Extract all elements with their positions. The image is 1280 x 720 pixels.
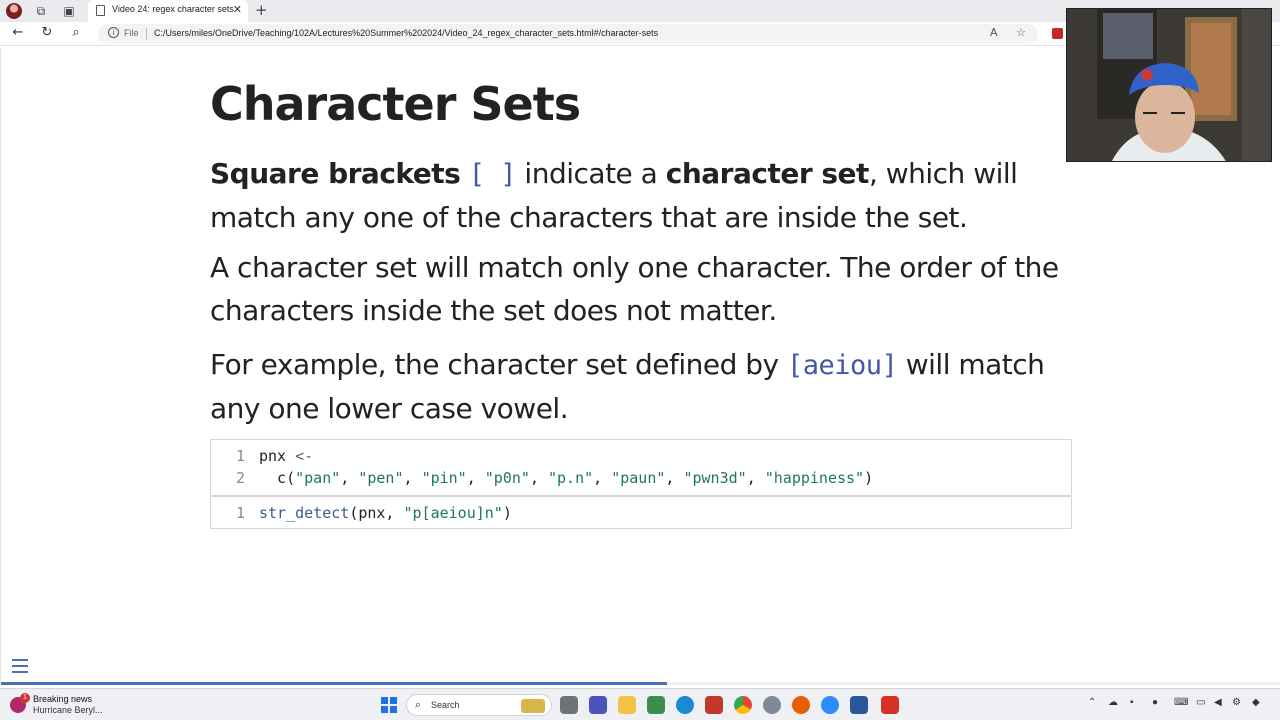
inline-code-brackets: [ ] (468, 159, 517, 190)
teams-icon[interactable] (589, 696, 607, 714)
search-icon[interactable]: ⌕ (68, 25, 84, 40)
code-token: <- (295, 447, 314, 465)
code-token: , (746, 469, 765, 487)
taskbar-search[interactable]: ⌕ Search (406, 694, 552, 716)
code-block-str-detect[interactable]: 1 str_detect(pnx, "p[aeiou]n") (210, 496, 1072, 529)
address-field[interactable]: i File C:/Users/miles/OneDrive/Teaching/… (98, 24, 1038, 44)
code-string-token: "paun" (611, 469, 666, 487)
slides-app-icon[interactable] (881, 696, 899, 714)
line-number: 1 (235, 504, 245, 522)
presenter-video-image (1067, 9, 1271, 161)
paragraph-single-character: A character set will match only one char… (210, 251, 1059, 327)
code-block-definition[interactable]: 1 pnx <- 2 c("pan", "pen", "pin", "p0n", "… (210, 439, 1072, 496)
vertical-tabs-icon[interactable]: ▣ (62, 4, 76, 18)
code-text: str_detect(pnx, "p[aeiou]n") (259, 502, 512, 524)
code-line: 2 c("pan", "pen", "pin", "p0n", "p.n", "… (211, 467, 1071, 489)
line-number: 2 (235, 469, 245, 487)
bold-term-square-brackets: Square brackets (210, 157, 461, 190)
code-text: pnx <- (259, 445, 313, 467)
paragraph-example: For example, the character set defined b… (210, 343, 1080, 430)
code-token: , (593, 469, 612, 487)
line-number: 1 (235, 447, 245, 465)
code-token: (pnx, (349, 504, 404, 522)
volume-icon[interactable]: ◀ (1214, 697, 1222, 708)
word-icon[interactable] (850, 696, 868, 714)
chevron-up-icon[interactable]: ⌃ (1088, 697, 1096, 708)
tab-close-button[interactable]: ✕ (233, 3, 242, 16)
keyboard-icon[interactable]: ⌨ (1174, 697, 1188, 708)
code-string-token: "p[aeiou]n" (403, 504, 503, 522)
read-aloud-icon[interactable]: A (990, 26, 998, 39)
code-token: , (665, 469, 684, 487)
bold-term-character-set: character set (665, 157, 870, 190)
info-icon[interactable]: i (108, 27, 119, 38)
inline-code-vowels: [aeiou] (787, 350, 898, 381)
code-text: c("pan", "pen", "pin", "p0n", "p.n", "pa… (259, 467, 873, 489)
windows-start-icon[interactable] (381, 697, 397, 713)
file-explorer-icon[interactable] (618, 696, 636, 714)
files-icon[interactable] (705, 696, 723, 714)
copilot-icon[interactable]: ◆ (1252, 697, 1260, 708)
code-string-token: "pwn3d" (683, 469, 747, 487)
tray-app-icon[interactable]: ▪ (1130, 697, 1134, 708)
code-token: ) (502, 504, 512, 522)
zoom-icon[interactable] (821, 696, 839, 714)
code-string-token: "pin" (421, 469, 467, 487)
onedrive-icon[interactable]: ☁ (1108, 697, 1118, 708)
divider (146, 28, 147, 40)
slide-progress-bar (1, 682, 1280, 685)
r-icon[interactable] (763, 696, 781, 714)
code-string-token: "pan" (295, 469, 341, 487)
edge-icon[interactable] (676, 696, 694, 714)
code-token: , (466, 469, 485, 487)
paragraph-character-set-definition: Square brackets [ ] indicate a character… (210, 152, 1080, 239)
code-token: pnx (259, 447, 296, 465)
refresh-icon[interactable]: ↻ (39, 25, 55, 40)
code-token: c( (259, 469, 296, 487)
news-badge: 1 (20, 693, 30, 703)
workspaces-icon[interactable]: ⧉ (34, 4, 48, 18)
favorite-star-icon[interactable]: ☆ (1016, 26, 1026, 39)
search-highlight-icon (521, 699, 545, 713)
search-icon: ⌕ (415, 698, 422, 711)
news-subtitle[interactable]: Hurricane Beryl... (33, 705, 103, 715)
settings-icon[interactable]: ⚙ (1232, 697, 1241, 708)
firefox-icon[interactable] (792, 696, 810, 714)
hamburger-menu-icon[interactable] (12, 659, 28, 673)
code-token: , (403, 469, 422, 487)
tab-active[interactable]: Video 24: regex character sets ✕ (88, 0, 248, 22)
document-icon (96, 5, 105, 16)
new-tab-button[interactable]: + (255, 1, 268, 19)
profile-avatar[interactable] (6, 3, 22, 19)
network-icon[interactable]: ▭ (1196, 697, 1205, 708)
code-string-token: "pen" (358, 469, 404, 487)
code-line: 1 str_detect(pnx, "p[aeiou]n") (211, 502, 1071, 524)
search-placeholder: Search (431, 700, 460, 710)
scheme-label: File (124, 28, 139, 38)
tab-title: Video 24: regex character sets (112, 4, 234, 14)
code-function-token: str_detect (259, 504, 350, 522)
code-token: ) (864, 469, 874, 487)
back-icon[interactable]: ← (10, 25, 26, 40)
code-string-token: "p.n" (548, 469, 594, 487)
slide-progress-fill (1, 682, 667, 685)
url-text[interactable]: C:/Users/miles/OneDrive/Teaching/102A/Le… (154, 28, 658, 38)
notepad-icon[interactable] (647, 696, 665, 714)
code-token: , (340, 469, 359, 487)
windows-taskbar: 1 Breaking news Hurricane Beryl... ⌕ Sea… (0, 688, 1280, 720)
task-view-icon[interactable] (560, 696, 578, 714)
chrome-icon[interactable] (734, 696, 752, 714)
paragraph-text: For example, the character set defined b… (210, 348, 788, 381)
extension-icon[interactable] (1052, 28, 1063, 39)
news-title[interactable]: Breaking news (33, 694, 92, 704)
code-string-token: "happiness" (764, 469, 865, 487)
code-line: 1 pnx <- (211, 445, 1071, 467)
paragraph-text: indicate a (516, 157, 666, 190)
microphone-icon[interactable]: ● (1152, 697, 1158, 708)
code-string-token: "p0n" (484, 469, 530, 487)
code-token: , (529, 469, 548, 487)
webcam-video-overlay (1066, 8, 1272, 162)
slide-title: Character Sets (210, 77, 581, 131)
